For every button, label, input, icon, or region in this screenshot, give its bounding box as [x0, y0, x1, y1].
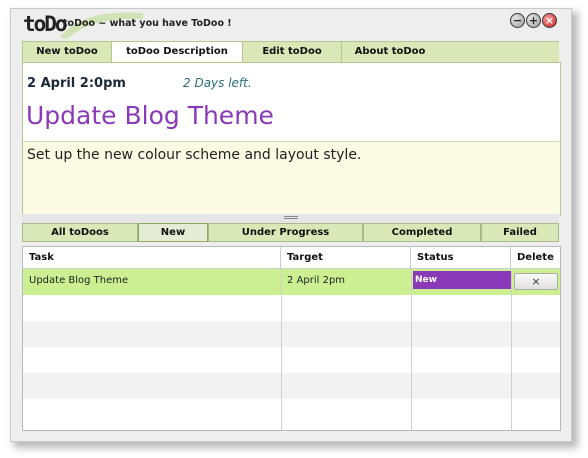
tab-about-todoo[interactable]: About toDoo — [341, 41, 439, 62]
app-window: toDo toDoo ~ what you have ToDoo ! − + ×… — [10, 8, 572, 442]
tab-new-todoo[interactable]: New toDoo — [22, 41, 112, 62]
filter-tab-completed[interactable]: Completed — [363, 223, 481, 242]
target-date: 2 April 2:0pm — [27, 76, 126, 91]
filter-tab-new[interactable]: New — [138, 223, 208, 242]
filter-tab-bar: All toDoos New Under Progress Completed … — [22, 223, 559, 242]
column-divider — [511, 268, 512, 430]
filter-tab-all[interactable]: All toDoos — [22, 223, 138, 242]
filter-tab-failed[interactable]: Failed — [481, 223, 559, 242]
window-title: toDoo ~ what you have ToDoo ! — [63, 18, 232, 29]
target-cell: 2 April 2pm — [281, 269, 411, 295]
description-text: Set up the new colour scheme and layout … — [27, 147, 362, 163]
column-divider — [281, 268, 282, 430]
column-header-delete[interactable]: Delete — [511, 247, 560, 268]
delete-button[interactable]: × — [514, 273, 558, 290]
description-panel: 2 April 2:0pm 2 Days left. Update Blog T… — [22, 62, 561, 216]
status-badge: New — [413, 271, 512, 289]
splitter-grip-icon — [284, 216, 298, 217]
maximize-button[interactable]: + — [526, 13, 541, 28]
column-header-task[interactable]: Task — [23, 247, 281, 268]
column-divider — [411, 268, 412, 430]
minimize-button[interactable]: − — [510, 13, 525, 28]
tab-bar-filler — [438, 41, 559, 62]
empty-row — [23, 399, 560, 429]
todo-table: Task Target Status Delete Update Blog Th… — [22, 246, 561, 431]
description-note: Set up the new colour scheme and layout … — [23, 141, 560, 216]
tab-edit-todoo[interactable]: Edit toDoo — [242, 41, 342, 62]
empty-row — [23, 373, 560, 399]
task-title: Update Blog Theme — [26, 101, 274, 130]
close-button[interactable]: × — [542, 13, 557, 28]
empty-row — [23, 295, 560, 321]
column-header-target[interactable]: Target — [281, 247, 411, 268]
task-cell: Update Blog Theme — [23, 269, 281, 295]
panel-splitter[interactable] — [22, 214, 559, 223]
table-header: Task Target Status Delete — [23, 247, 560, 269]
table-row[interactable]: Update Blog Theme 2 April 2pm New × — [23, 269, 560, 295]
empty-row — [23, 347, 560, 373]
title-bar[interactable]: toDo toDoo ~ what you have ToDoo ! − + × — [11, 9, 571, 43]
tab-todoo-description[interactable]: toDoo Description — [111, 41, 243, 64]
empty-row — [23, 321, 560, 347]
column-header-status[interactable]: Status — [411, 247, 511, 268]
main-tab-bar: New toDoo toDoo Description Edit toDoo A… — [22, 41, 559, 64]
filter-tab-under-progress[interactable]: Under Progress — [208, 223, 363, 242]
days-left: 2 Days left. — [183, 76, 252, 90]
app-logo: toDo — [23, 12, 68, 36]
